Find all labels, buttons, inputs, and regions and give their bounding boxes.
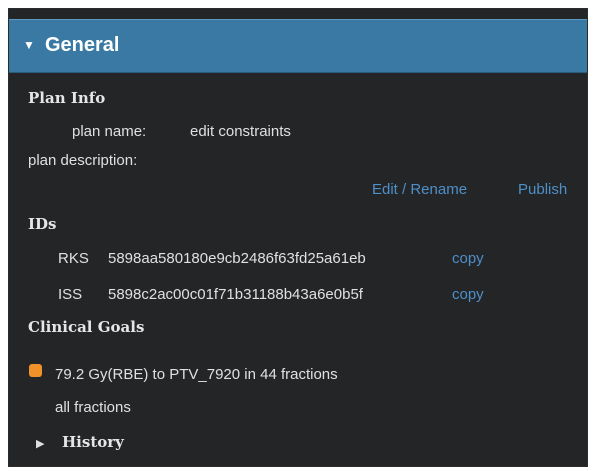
rks-id-value: 5898aa580180e9cb2486f63fd25a61eb [108,250,366,267]
publish-link[interactable]: Publish [518,181,567,198]
edit-rename-link[interactable]: Edit / Rename [372,181,467,198]
plan-description-label: plan description: [28,152,138,169]
plan-name-value: edit constraints [190,123,291,140]
goal-fractions-text: all fractions [55,399,131,416]
goal-status-indicator [29,364,42,377]
goal-text[interactable]: 79.2 Gy(RBE) to PTV_7920 in 44 fractions [55,366,338,383]
general-panel: ▼ General Plan Info plan name: edit cons… [8,8,588,467]
plan-info-heading: Plan Info [28,89,106,107]
ids-heading: IDs [28,215,57,233]
clinical-goals-heading: Clinical Goals [28,318,145,336]
general-section-header[interactable]: ▼ General [9,19,587,73]
copy-iss-link[interactable]: copy [452,286,484,303]
triangle-right-icon[interactable]: ▶ [36,437,44,450]
section-title: General [45,34,120,56]
copy-rks-link[interactable]: copy [452,250,484,267]
iss-id-value: 5898c2ac00c01f71b31188b43a6e0b5f [108,286,363,303]
triangle-down-icon: ▼ [23,38,35,52]
history-toggle[interactable]: History [62,433,124,451]
iss-label: ISS [58,286,83,303]
plan-name-label: plan name: [72,123,147,140]
rks-label: RKS [58,250,89,267]
